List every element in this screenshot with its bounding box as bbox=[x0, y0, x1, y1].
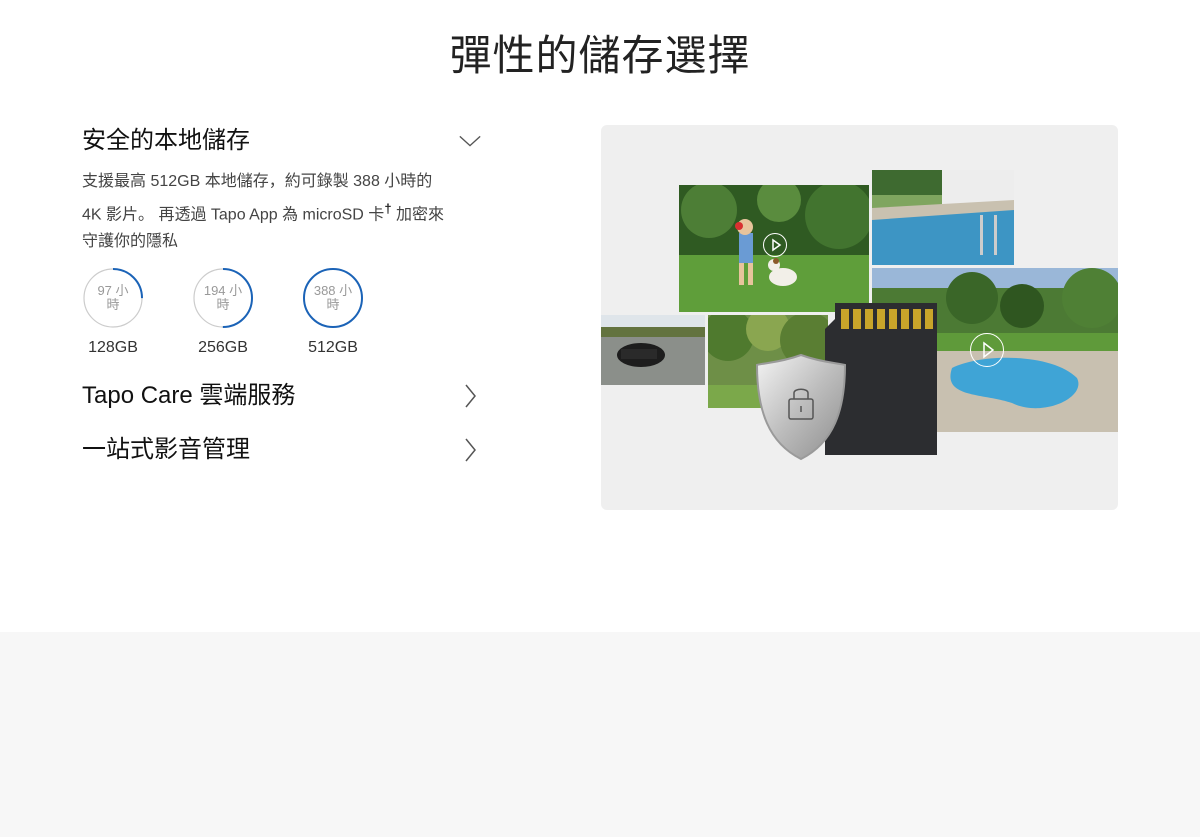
photo-kid-dog bbox=[679, 185, 869, 312]
capacity-ring: 388 小時 bbox=[302, 267, 364, 329]
page: 彈性的儲存選擇 安全的本地儲存 支援最高 512GB 本地儲存，約可錄製 388… bbox=[0, 0, 1200, 837]
page-title: 彈性的儲存選擇 bbox=[449, 32, 751, 79]
capacity-ring: 97 小時 bbox=[82, 267, 144, 329]
accordion-title: 一站式影音管理 bbox=[82, 436, 250, 464]
capacity-size: 128GB bbox=[88, 339, 138, 357]
chevron-right-icon[interactable] bbox=[458, 384, 482, 408]
accordion-header-media-management[interactable]: 一站式影音管理 bbox=[82, 433, 482, 467]
capacity-list: 97 小時 128GB 194 小時 256GB 388 小時 512GB bbox=[82, 267, 482, 357]
capacity-hours: 194 小時 bbox=[203, 283, 243, 313]
accordion-title: 安全的本地儲存 bbox=[82, 127, 250, 154]
accordion-header-tapo-care[interactable]: Tapo Care 雲端服務 bbox=[82, 379, 482, 413]
accordion-media-management: 一站式影音管理 bbox=[82, 433, 482, 467]
accordion-header-local-storage[interactable]: 安全的本地儲存 bbox=[82, 124, 482, 158]
play-icon[interactable] bbox=[970, 333, 1004, 367]
accordion-tapo-care: Tapo Care 雲端服務 bbox=[82, 379, 482, 413]
capacity-hours: 388 小時 bbox=[313, 283, 353, 313]
storage-illustration bbox=[601, 125, 1118, 510]
capacity-ring: 194 小時 bbox=[192, 267, 254, 329]
capacity-512gb: 388 小時 512GB bbox=[302, 267, 364, 357]
footnote-dagger[interactable]: † bbox=[384, 201, 391, 216]
description-line-2b: 加密來 bbox=[391, 206, 444, 224]
capacity-size: 512GB bbox=[308, 339, 358, 357]
capacity-size: 256GB bbox=[198, 339, 248, 357]
capacity-128gb: 97 小時 128GB bbox=[82, 267, 144, 357]
description-line-1: 支援最高 512GB 本地儲存，約可錄製 388 小時的 bbox=[82, 173, 433, 190]
photo-car bbox=[601, 315, 705, 385]
chevron-right-icon[interactable] bbox=[458, 438, 482, 462]
shield-icon bbox=[753, 351, 849, 463]
description-line-2: 4K 影片。 再透過 Tapo App 為 microSD 卡† 加密來 bbox=[82, 195, 477, 228]
accordion-title: Tapo Care 雲端服務 bbox=[82, 382, 296, 410]
capacity-256gb: 194 小時 256GB bbox=[192, 267, 254, 357]
description-line-3: 守護你的隱私 bbox=[82, 233, 179, 251]
capacity-hours: 97 小時 bbox=[97, 283, 129, 313]
footer-band bbox=[0, 632, 1200, 837]
photo-pool-small bbox=[872, 170, 1014, 265]
accordion-local-storage: 安全的本地儲存 支援最高 512GB 本地儲存，約可錄製 388 小時的 4K … bbox=[82, 124, 482, 357]
storage-accordion: 安全的本地儲存 支援最高 512GB 本地儲存，約可錄製 388 小時的 4K … bbox=[82, 124, 482, 467]
chevron-down-icon[interactable] bbox=[458, 129, 482, 153]
description-line-2a: 4K 影片。 再透過 Tapo App 為 microSD 卡 bbox=[82, 206, 385, 224]
play-icon[interactable] bbox=[763, 233, 787, 257]
accordion-description: 支援最高 512GB 本地儲存，約可錄製 388 小時的 4K 影片。 再透過 … bbox=[82, 168, 477, 255]
